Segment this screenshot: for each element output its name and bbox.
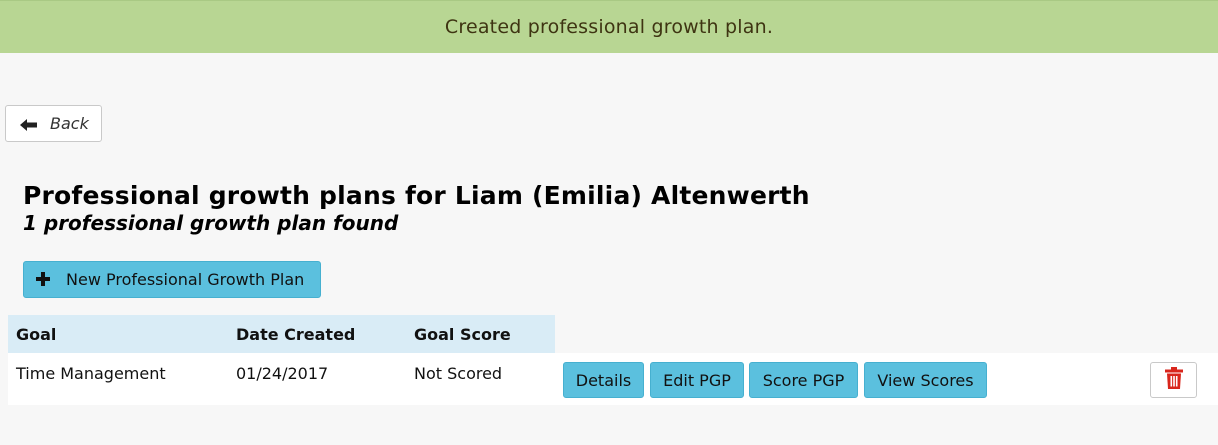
cell-date-created: 01/24/2017 bbox=[236, 364, 329, 383]
back-button[interactable]: Back bbox=[5, 105, 102, 142]
table-row: Time Management 01/24/2017 Not Scored De… bbox=[8, 353, 1218, 405]
cell-goal: Time Management bbox=[16, 364, 166, 383]
view-scores-button[interactable]: View Scores bbox=[864, 362, 987, 398]
back-button-label: Back bbox=[50, 114, 89, 133]
new-plan-button[interactable]: New Professional Growth Plan bbox=[23, 261, 321, 298]
new-plan-button-label: New Professional Growth Plan bbox=[66, 270, 305, 289]
flash-message: Created professional growth plan. bbox=[0, 0, 1218, 53]
results-count: 1 professional growth plan found bbox=[23, 211, 399, 235]
column-header-goal: Goal bbox=[16, 325, 57, 344]
cell-goal-score: Not Scored bbox=[414, 364, 503, 383]
arrow-left-icon bbox=[20, 117, 38, 131]
page-title: Professional growth plans for Liam (Emil… bbox=[23, 181, 810, 210]
table-header: Goal Date Created Goal Score bbox=[8, 315, 555, 353]
column-header-date-created: Date Created bbox=[236, 325, 356, 344]
delete-button[interactable] bbox=[1150, 362, 1197, 398]
trash-icon bbox=[1164, 367, 1183, 393]
plus-icon bbox=[36, 269, 50, 291]
flash-message-text: Created professional growth plan. bbox=[444, 16, 774, 38]
edit-pgp-button[interactable]: Edit PGP bbox=[650, 362, 744, 398]
score-pgp-button[interactable]: Score PGP bbox=[749, 362, 858, 398]
details-button[interactable]: Details bbox=[563, 362, 644, 398]
column-header-goal-score: Goal Score bbox=[414, 325, 511, 344]
